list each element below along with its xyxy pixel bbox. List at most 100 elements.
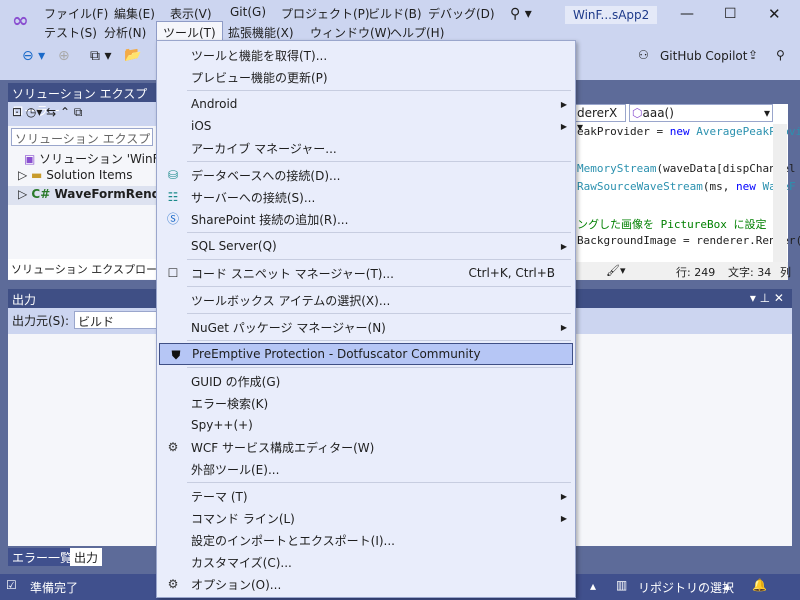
feedback-icon[interactable]: ⚲: [776, 48, 785, 62]
menu-item[interactable]: エラー検索(K): [157, 392, 575, 414]
menu-2[interactable]: 表示(V): [170, 5, 212, 22]
code-token: RawSourceWaveStream: [577, 180, 703, 193]
submenu-arrow-icon: ▶: [560, 322, 567, 332]
menu-item[interactable]: ⛊ PreEmptive Protection - Dotfuscator Com…: [159, 343, 573, 365]
menu-item-label: 外部ツール(E)...: [191, 462, 280, 477]
menu-row2-1[interactable]: 分析(N): [104, 24, 146, 41]
output-window-controls[interactable]: ▾ ⊥ ✕: [750, 291, 784, 305]
code-token: new: [669, 125, 697, 138]
server-connect-icon: ☷: [167, 190, 179, 204]
menu-item[interactable]: Android ▶: [157, 93, 575, 115]
copilot-button[interactable]: GitHub Copilot: [660, 49, 747, 63]
menu-4[interactable]: プロジェクト(P): [281, 5, 370, 22]
share-icon[interactable]: ⇪: [748, 48, 758, 62]
status-up-icon[interactable]: ▴: [590, 579, 596, 593]
method-dropdown[interactable]: ⬡aaa() ▾: [629, 104, 773, 122]
title-bar: ∞ ファイル(F) 編集(E) 表示(V) Git(G) プロジェクト(P) ビルド(B)…: [0, 0, 800, 42]
tree-item-solution[interactable]: ▣ ソリューション 'WinForm: [8, 148, 183, 167]
code-token: (ms,: [702, 180, 736, 193]
menu-row2-0[interactable]: テスト(S): [44, 24, 97, 41]
open-folder-icon[interactable]: 📂: [124, 47, 141, 63]
menu-item[interactable]: ⚙ WCF サービス構成エディター(W): [157, 436, 575, 458]
notification-bell-icon[interactable]: 🔔: [752, 578, 767, 592]
menu-item[interactable]: GUID の作成(G): [157, 370, 575, 392]
output-title: 出力: [12, 293, 37, 307]
code-token: MemoryStream: [577, 162, 657, 175]
menu-item-label: 設定のインポートとエクスポート(I)...: [191, 533, 395, 548]
menu-item-label: エラー検索(K): [191, 396, 269, 411]
code-line: ングした画像を PictureBox に設定: [577, 216, 766, 232]
menu-3[interactable]: Git(G): [230, 5, 266, 19]
menu-item-label: サーバーへの接続(S)...: [191, 190, 316, 205]
menu-5[interactable]: ビルド(B): [368, 5, 422, 22]
menu-item-label: SQL Server(Q): [191, 239, 277, 253]
tree-item-solution-items[interactable]: ▷ ▬ Solution Items: [8, 167, 156, 186]
menu-item-label: コマンド ライン(L): [191, 511, 295, 526]
minimize-button[interactable]: —: [680, 6, 694, 22]
vs-logo-icon: ∞: [12, 8, 29, 32]
char-number: 文字: 34: [728, 266, 772, 279]
menu-item[interactable]: ☷ サーバーへの接続(S)...: [157, 186, 575, 208]
solution-toolbar: ⊡ ◷▾ ⇆ ⌃ ⧉: [8, 102, 156, 126]
menu-item[interactable]: カスタマイズ(C)...: [157, 551, 575, 573]
tree-label: Solution Items: [46, 168, 133, 182]
menu-item[interactable]: 設定のインポートとエクスポート(I)...: [157, 529, 575, 551]
menu-item-label: コード スニペット マネージャー(T)...: [191, 266, 394, 281]
vertical-scrollbar[interactable]: [773, 124, 787, 262]
menu-row2-4[interactable]: ウィンドウ(W): [310, 24, 391, 41]
menu-item[interactable]: iOS ▶: [157, 115, 575, 137]
menu-item[interactable]: コマンド ライン(L) ▶: [157, 507, 575, 529]
menu-row2-5[interactable]: ヘルプ(H): [390, 24, 444, 41]
menu-0[interactable]: ファイル(F): [44, 5, 108, 22]
copilot-icon[interactable]: ⚇: [638, 48, 649, 62]
menu-item-label: プレビュー機能の更新(P): [191, 70, 328, 85]
menu-item[interactable]: Spy++(+): [157, 414, 575, 436]
menu-item[interactable]: 外部ツール(E)...: [157, 458, 575, 480]
menu-item[interactable]: アーカイブ マネージャー...: [157, 137, 575, 159]
repo-icon: ▥: [616, 578, 628, 592]
brush-icon[interactable]: 🖌▾: [606, 264, 626, 277]
window-title: WinF...sApp2: [565, 6, 658, 24]
submenu-arrow-icon: ▶: [560, 513, 567, 523]
code-line: BackgroundImage = renderer.Render(: [577, 234, 800, 247]
menu-item[interactable]: NuGet パッケージ マネージャー(N) ▶: [157, 316, 575, 338]
snippet-icon: ☐: [167, 266, 179, 280]
maximize-button[interactable]: ☐: [724, 6, 737, 22]
code-line: eakProvider = new AveragePeakProvi: [577, 125, 800, 138]
output-source-label: 出力元(S):: [12, 314, 70, 328]
menu-tools[interactable]: ツール(T): [156, 21, 223, 41]
code-line: MemoryStream(waveData[dispChannel: [577, 162, 796, 175]
new-project-icon[interactable]: ⧉ ▾: [90, 48, 111, 64]
menu-item[interactable]: ⚙ オプション(O)...: [157, 573, 575, 595]
forward-icon[interactable]: ⊕: [58, 48, 70, 64]
menu-1[interactable]: 編集(E): [114, 5, 155, 22]
close-button[interactable]: ✕: [768, 5, 781, 23]
solution-search-input[interactable]: ソリューション エクスプローラー の: [11, 128, 153, 146]
member-dropdown[interactable]: dererX ▾: [574, 104, 626, 134]
submenu-arrow-icon: ▶: [560, 491, 567, 501]
menu-6[interactable]: デバッグ(D): [428, 5, 495, 22]
output-source-select[interactable]: ビルド: [74, 311, 164, 329]
menu-item[interactable]: ☐ コード スニペット マネージャー(T)... Ctrl+K, Ctrl+B: [157, 262, 575, 284]
menu-item[interactable]: テーマ (T) ▶: [157, 485, 575, 507]
tree-item-project[interactable]: ▷ C# WaveFormRender: [8, 186, 174, 205]
ready-icon: ☑: [6, 578, 17, 592]
sharepoint-icon: Ⓢ: [166, 212, 179, 226]
menu-item-label: Android: [191, 97, 238, 111]
menu-item[interactable]: ツールボックス アイテムの選択(X)...: [157, 289, 575, 311]
tab-error-list[interactable]: エラー一覧: [8, 548, 77, 566]
menu-item[interactable]: ⛁ データベースへの接続(D)...: [157, 164, 575, 186]
menu-item[interactable]: プレビュー機能の更新(P): [157, 66, 575, 88]
menu-item-label: SharePoint 接続の追加(R)...: [191, 212, 349, 227]
search-icon[interactable]: ⚲ ▾: [510, 6, 532, 22]
submenu-arrow-icon: ▶: [560, 99, 567, 109]
menu-item[interactable]: SQL Server(Q) ▶: [157, 235, 575, 257]
tab-output[interactable]: 出力: [70, 548, 103, 566]
menu-row2-3[interactable]: 拡張機能(X): [228, 24, 294, 41]
repo-up-icon[interactable]: ▴: [724, 579, 730, 593]
back-icon[interactable]: ⊖ ▾: [22, 48, 45, 64]
menu-item[interactable]: Ⓢ SharePoint 接続の追加(R)...: [157, 208, 575, 230]
line-number: 行: 249: [676, 266, 716, 279]
menu-item[interactable]: ツールと機能を取得(T)...: [157, 44, 575, 66]
select-repo-button[interactable]: リポジトリの選択: [638, 579, 734, 596]
